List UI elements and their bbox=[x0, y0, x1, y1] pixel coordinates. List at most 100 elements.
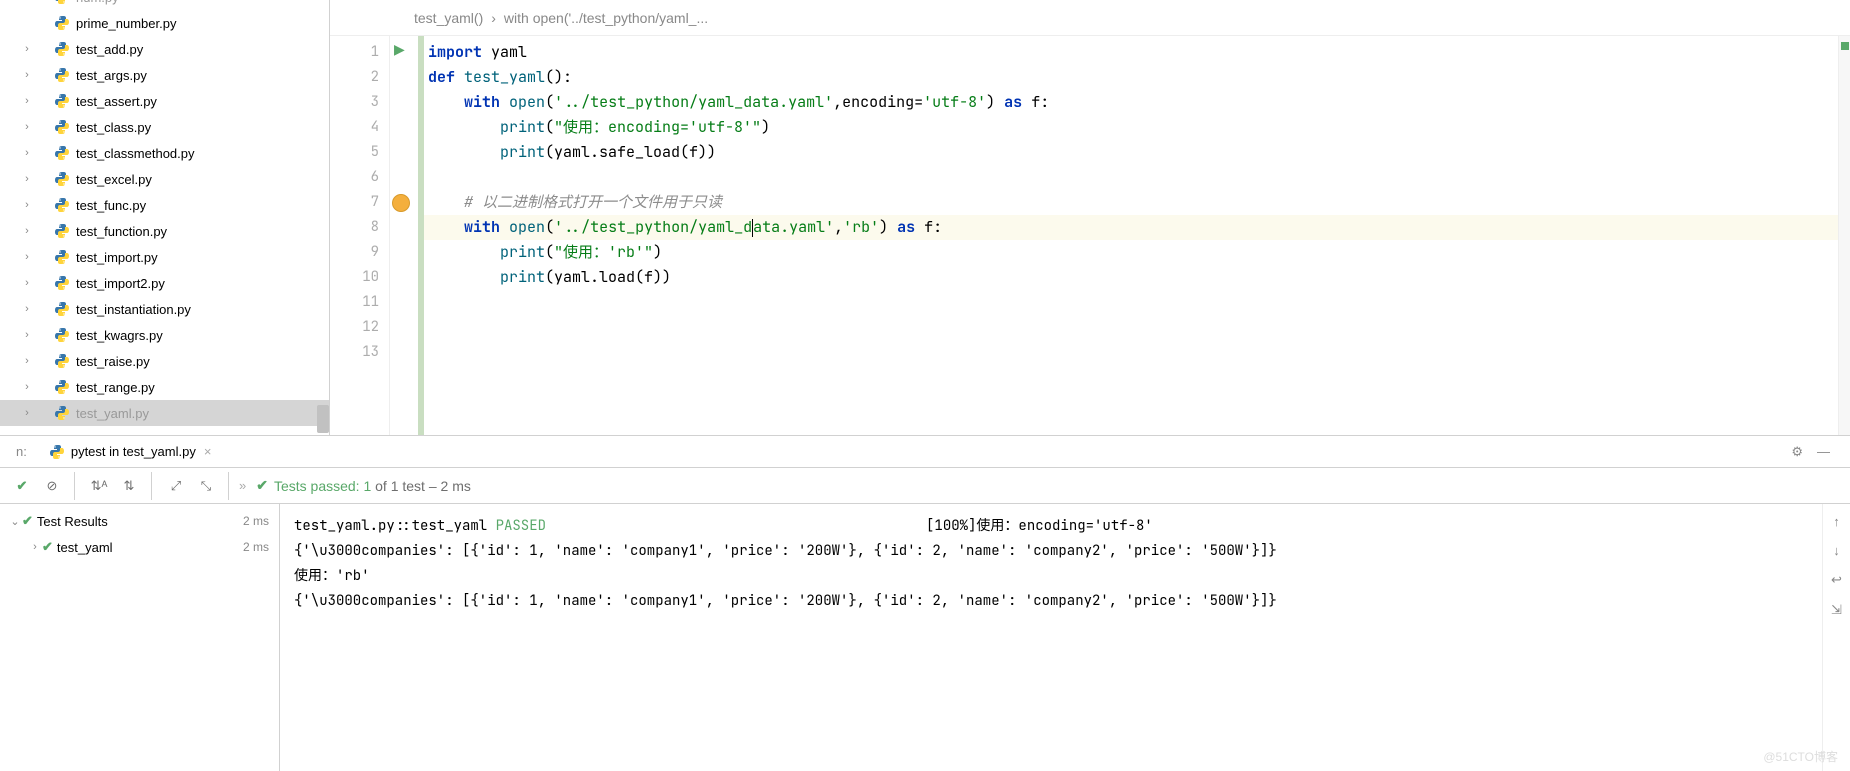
minimize-icon[interactable]: — bbox=[1817, 444, 1830, 459]
settings-icon[interactable]: ⚙ bbox=[1791, 444, 1803, 460]
breadcrumb[interactable]: test_yaml() › with open('../test_python/… bbox=[330, 0, 1850, 36]
test-results-tree[interactable]: ⌄ ✔ Test Results 2 ms › ✔ test_yaml 2 ms bbox=[0, 504, 280, 771]
file-tree-item[interactable]: ›test_import2.py bbox=[0, 270, 329, 296]
chevron-right-icon[interactable]: › bbox=[20, 303, 34, 315]
editor-error-stripe[interactable] bbox=[1838, 36, 1850, 435]
scroll-to-end-icon[interactable]: ⇲ bbox=[1831, 602, 1842, 618]
code-line[interactable]: print("使用：encoding='utf-8'") bbox=[424, 115, 1850, 140]
console-output[interactable]: test_yaml.py::test_yaml PASSED[100%]使用：e… bbox=[280, 504, 1822, 771]
line-number[interactable]: 1 bbox=[330, 40, 389, 65]
code-line[interactable]: print(yaml.safe_load(f)) bbox=[424, 140, 1850, 165]
file-tree-item[interactable]: ›test_excel.py bbox=[0, 166, 329, 192]
tests-total-suffix: of 1 test – 2 ms bbox=[371, 478, 471, 494]
run-label-prefix: n: bbox=[16, 444, 27, 459]
file-tree-item[interactable]: › test_add.py bbox=[0, 36, 329, 62]
chevron-right-icon[interactable]: › bbox=[20, 329, 34, 341]
line-number[interactable]: 12 bbox=[330, 315, 389, 340]
line-number[interactable]: 11 bbox=[330, 290, 389, 315]
chevron-right-icon[interactable]: › bbox=[20, 381, 34, 393]
file-name-label: test_class.py bbox=[76, 120, 151, 135]
line-number[interactable]: 8 bbox=[330, 215, 389, 240]
sidebar-scrollbar[interactable] bbox=[317, 405, 329, 433]
collapse-all-button[interactable]: ⤡ bbox=[192, 472, 220, 500]
run-tab[interactable]: pytest in test_yaml.py × bbox=[41, 440, 220, 464]
sort-alpha-button[interactable]: ⇅ᴬ bbox=[85, 472, 113, 500]
chevron-right-icon[interactable]: › bbox=[20, 199, 34, 211]
code-line[interactable]: def test_yaml(): bbox=[424, 65, 1850, 90]
chevron-right-icon[interactable]: › bbox=[20, 69, 34, 81]
code-line[interactable] bbox=[424, 165, 1850, 190]
soft-wrap-icon[interactable]: ↩ bbox=[1831, 572, 1842, 588]
run-test-gutter-icon[interactable]: ▶ bbox=[394, 41, 405, 58]
file-tree-item[interactable]: ›test_import.py bbox=[0, 244, 329, 270]
show-passed-button[interactable]: ✔ bbox=[8, 472, 36, 500]
line-number[interactable]: 9 bbox=[330, 240, 389, 265]
chevron-down-icon[interactable]: ⌄ bbox=[8, 515, 22, 528]
code-line[interactable]: # 以二进制格式打开一个文件用于只读 bbox=[424, 190, 1850, 215]
file-tree-item[interactable]: ›test_range.py bbox=[0, 374, 329, 400]
file-tree-item[interactable]: ›test_function.py bbox=[0, 218, 329, 244]
chevron-right-icon[interactable]: › bbox=[20, 121, 34, 133]
code-line[interactable]: import yaml bbox=[424, 40, 1850, 65]
file-tree-item[interactable]: num.py bbox=[0, 0, 329, 10]
code-line[interactable]: print("使用：'rb'") bbox=[424, 240, 1850, 265]
file-tree-item[interactable]: › test_raise.py bbox=[0, 348, 329, 374]
line-number[interactable]: 13 bbox=[330, 340, 389, 365]
file-tree-item[interactable]: prime_number.py bbox=[0, 10, 329, 36]
line-number[interactable]: 3 bbox=[330, 90, 389, 115]
file-tree-item[interactable]: ›test_assert.py bbox=[0, 88, 329, 114]
project-tree[interactable]: num.pyprime_number.py › test_add.py ›test_a… bbox=[0, 0, 330, 435]
scroll-down-icon[interactable]: ↓ bbox=[1833, 543, 1840, 558]
scroll-up-icon[interactable]: ↑ bbox=[1833, 514, 1840, 529]
breadcrumb-context[interactable]: with open('../test_python/yaml_... bbox=[500, 10, 712, 26]
line-number-gutter[interactable]: 12345678910111213 bbox=[330, 36, 390, 435]
test-result-item[interactable]: › ✔ test_yaml 2 ms bbox=[0, 534, 279, 560]
line-number[interactable]: 6 bbox=[330, 165, 389, 190]
file-tree-item[interactable]: ›test_classmethod.py bbox=[0, 140, 329, 166]
breadcrumb-function[interactable]: test_yaml() bbox=[410, 10, 487, 26]
file-tree-item[interactable]: ›test_instantiation.py bbox=[0, 296, 329, 322]
chevron-right-icon[interactable]: › bbox=[20, 95, 34, 107]
more-actions[interactable]: » bbox=[239, 478, 246, 493]
test-results-root[interactable]: ⌄ ✔ Test Results 2 ms bbox=[0, 508, 279, 534]
line-number[interactable]: 4 bbox=[330, 115, 389, 140]
file-tree-item[interactable]: ›test_kwagrs.py bbox=[0, 322, 329, 348]
chevron-right-icon[interactable]: › bbox=[20, 43, 34, 55]
file-name-label: test_raise.py bbox=[76, 354, 150, 369]
show-ignored-button[interactable]: ⊘ bbox=[38, 472, 66, 500]
code-line[interactable] bbox=[424, 340, 1850, 365]
code-line[interactable] bbox=[424, 290, 1850, 315]
file-tree-item[interactable]: › test_class.py bbox=[0, 114, 329, 140]
line-number[interactable]: 10 bbox=[330, 265, 389, 290]
python-file-icon bbox=[54, 197, 70, 213]
file-tree-item[interactable]: ›test_func.py bbox=[0, 192, 329, 218]
code-line[interactable] bbox=[424, 315, 1850, 340]
code-area[interactable]: import yamldef test_yaml(): with open('.… bbox=[424, 36, 1850, 435]
chevron-right-icon[interactable]: › bbox=[20, 173, 34, 185]
file-name-label: test_add.py bbox=[76, 42, 143, 57]
python-file-icon bbox=[54, 301, 70, 317]
chevron-right-icon[interactable]: › bbox=[20, 251, 34, 263]
chevron-right-icon[interactable]: › bbox=[20, 355, 34, 367]
file-tree-item[interactable]: ›test_args.py bbox=[0, 62, 329, 88]
python-file-icon bbox=[54, 223, 70, 239]
chevron-right-icon[interactable]: › bbox=[20, 407, 34, 419]
python-file-icon bbox=[54, 353, 70, 369]
chevron-right-icon[interactable]: › bbox=[20, 277, 34, 289]
code-line[interactable]: with open('../test_python/yaml_data.yaml… bbox=[424, 90, 1850, 115]
code-line[interactable]: with open('../test_python/yaml_data.yaml… bbox=[424, 215, 1850, 240]
console-side-toolbar: ↑ ↓ ↩ ⇲ bbox=[1822, 504, 1850, 771]
chevron-right-icon[interactable]: › bbox=[28, 541, 42, 553]
line-number[interactable]: 5 bbox=[330, 140, 389, 165]
sort-duration-button[interactable]: ⇅ bbox=[115, 472, 143, 500]
console-line: test_yaml.py::test_yaml PASSED[100%]使用：e… bbox=[294, 514, 1808, 539]
file-tree-item[interactable]: ›test_yaml.py bbox=[0, 400, 329, 426]
expand-all-button[interactable]: ⤢ bbox=[162, 472, 190, 500]
intention-bulb-icon[interactable] bbox=[392, 194, 410, 212]
line-number[interactable]: 2 bbox=[330, 65, 389, 90]
chevron-right-icon[interactable]: › bbox=[20, 147, 34, 159]
chevron-right-icon[interactable]: › bbox=[20, 225, 34, 237]
line-number[interactable]: 7 bbox=[330, 190, 389, 215]
close-tab-icon[interactable]: × bbox=[204, 444, 212, 459]
code-line[interactable]: print(yaml.load(f)) bbox=[424, 265, 1850, 290]
